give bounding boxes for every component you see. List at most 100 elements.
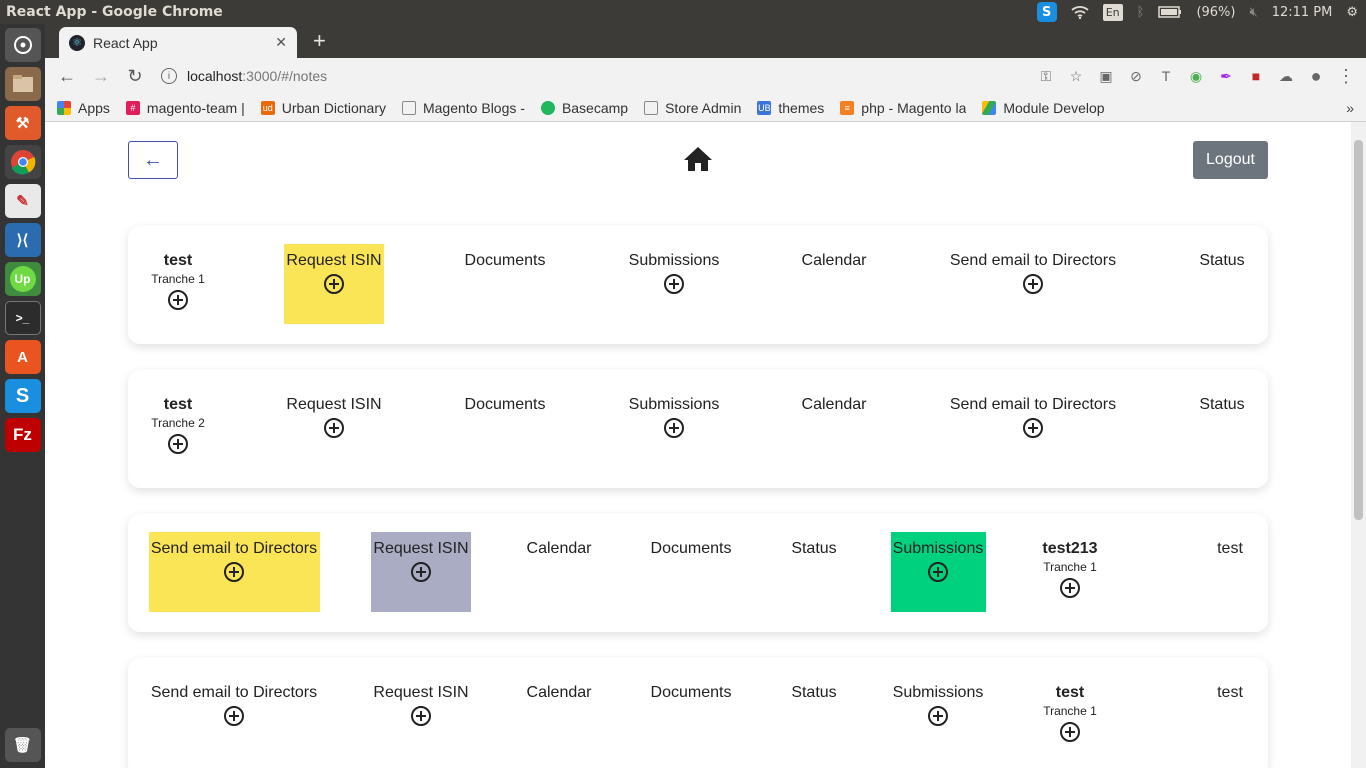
home-icon[interactable] bbox=[682, 143, 714, 175]
request-isin-label: Request ISIN bbox=[286, 252, 382, 269]
add-circle-icon[interactable] bbox=[168, 434, 188, 454]
software-center-icon[interactable]: A bbox=[4, 340, 41, 374]
test-cell[interactable]: test bbox=[1200, 676, 1260, 756]
site-info-icon[interactable]: i bbox=[161, 68, 177, 84]
os-top-bar: React App - Google Chrome S En ᛒ (96%) 🔇… bbox=[0, 0, 1366, 24]
wifi-icon[interactable] bbox=[1071, 3, 1089, 21]
bookmark-php-magento[interactable]: ≡ php - Magento la bbox=[840, 100, 966, 116]
submissions-label: Submissions bbox=[892, 684, 984, 701]
submissions-cell: Submissions bbox=[619, 244, 729, 324]
bookmark-themes[interactable]: UB themes bbox=[757, 100, 824, 116]
add-circle-icon[interactable] bbox=[928, 706, 948, 726]
add-circle-icon[interactable] bbox=[928, 562, 948, 582]
keyboard-language-indicator[interactable]: En bbox=[1102, 3, 1123, 21]
google-drive-icon bbox=[982, 100, 997, 115]
back-nav-button[interactable]: ← bbox=[53, 62, 81, 90]
text-extension-icon[interactable]: T bbox=[1154, 64, 1178, 88]
documents-label: Documents bbox=[650, 540, 732, 557]
status-cell[interactable]: Status bbox=[1187, 244, 1257, 324]
tab-react-app[interactable]: ⚛ React App ✕ bbox=[59, 27, 297, 58]
documents-cell[interactable]: Documents bbox=[641, 532, 741, 612]
add-circle-icon[interactable] bbox=[1060, 578, 1080, 598]
add-circle-icon[interactable] bbox=[224, 706, 244, 726]
bookmark-urban-dictionary[interactable]: ud Urban Dictionary bbox=[260, 100, 386, 116]
calendar-label: Calendar bbox=[801, 252, 867, 269]
tool-icon[interactable]: ⚒ bbox=[4, 106, 41, 140]
send-email-to-directors-label: Send email to Directors bbox=[150, 540, 318, 557]
key-icon[interactable]: ⚿ bbox=[1034, 64, 1058, 88]
color-extension-icon[interactable]: ◉ bbox=[1184, 64, 1208, 88]
bookmarks-overflow-button[interactable]: » bbox=[1346, 100, 1354, 116]
bookmark-magento-team[interactable]: # magento-team | bbox=[125, 100, 245, 116]
submissions-label: Submissions bbox=[892, 540, 984, 557]
calendar-cell[interactable]: Calendar bbox=[789, 388, 879, 468]
add-circle-icon[interactable] bbox=[324, 418, 344, 438]
cloud-extension-icon[interactable]: ☁ bbox=[1274, 64, 1298, 88]
bookmark-magento-blogs[interactable]: Magento Blogs - bbox=[401, 100, 525, 116]
camera-extension-icon[interactable]: ▣ bbox=[1094, 64, 1118, 88]
bluetooth-icon[interactable]: ᛒ bbox=[1137, 3, 1145, 21]
skype-icon[interactable]: S bbox=[4, 379, 41, 413]
add-circle-icon[interactable] bbox=[1060, 722, 1080, 742]
close-tab-icon[interactable]: ✕ bbox=[275, 34, 287, 51]
address-bar[interactable]: i localhost:3000/#/notes bbox=[155, 61, 1028, 91]
logout-button[interactable]: Logout bbox=[1193, 141, 1268, 179]
page-content: ← Logout test Tranche 1 Request ISIN Docume… bbox=[45, 122, 1366, 768]
feather-extension-icon[interactable]: ✒ bbox=[1214, 64, 1238, 88]
status-cell[interactable]: Status bbox=[779, 532, 849, 612]
chrome-icon[interactable] bbox=[4, 145, 41, 179]
apps-grid-icon bbox=[57, 100, 71, 115]
add-circle-icon[interactable] bbox=[411, 706, 431, 726]
add-circle-icon[interactable] bbox=[224, 562, 244, 582]
scrollbar-thumb[interactable] bbox=[1354, 140, 1363, 520]
bookmark-store-admin[interactable]: Store Admin bbox=[644, 100, 741, 116]
block-extension-icon[interactable]: ⊘ bbox=[1124, 64, 1148, 88]
documents-cell[interactable]: Documents bbox=[455, 244, 555, 324]
add-circle-icon[interactable] bbox=[324, 274, 344, 294]
menu-kebab-icon[interactable]: ⋮ bbox=[1334, 64, 1358, 88]
text-editor-icon[interactable]: ✎ bbox=[4, 184, 41, 218]
add-circle-icon[interactable] bbox=[664, 418, 684, 438]
add-circle-icon[interactable] bbox=[168, 290, 188, 310]
note-card: test Tranche 1 Request ISIN Documents Submis… bbox=[128, 226, 1268, 344]
status-cell[interactable]: Status bbox=[1187, 388, 1257, 468]
url-host: localhost bbox=[187, 68, 243, 84]
new-tab-button[interactable]: + bbox=[313, 28, 326, 54]
send-email-to-directors-cell: Send email to Directors bbox=[943, 244, 1123, 324]
upwork-icon[interactable]: Up bbox=[4, 262, 41, 296]
filezilla-icon[interactable]: Fz bbox=[4, 418, 41, 452]
status-cell[interactable]: Status bbox=[779, 676, 849, 756]
calendar-cell[interactable]: Calendar bbox=[789, 244, 879, 324]
bookmark-apps[interactable]: Apps bbox=[57, 100, 110, 116]
vscode-icon[interactable]: ⟩⟨ bbox=[4, 223, 41, 257]
red-extension-icon[interactable]: ■ bbox=[1244, 64, 1268, 88]
add-circle-icon[interactable] bbox=[664, 274, 684, 294]
documents-cell[interactable]: Documents bbox=[455, 388, 555, 468]
trash-icon[interactable]: 🗑︎ bbox=[4, 728, 41, 762]
dash-icon[interactable] bbox=[4, 28, 41, 62]
battery-icon[interactable] bbox=[1158, 3, 1182, 21]
skype-tray-icon[interactable]: S bbox=[1036, 2, 1057, 22]
add-circle-icon[interactable] bbox=[411, 562, 431, 582]
star-icon[interactable]: ☆ bbox=[1064, 64, 1088, 88]
bookmark-module-develop[interactable]: Module Develop bbox=[982, 100, 1105, 116]
add-circle-icon[interactable] bbox=[1023, 274, 1043, 294]
reload-button[interactable]: ↻ bbox=[121, 62, 149, 90]
profile-icon[interactable]: ● bbox=[1304, 64, 1328, 88]
bookmark-basecamp[interactable]: Basecamp bbox=[540, 100, 628, 116]
test-cell[interactable]: test bbox=[1200, 532, 1260, 612]
clock[interactable]: 12:11 PM bbox=[1272, 5, 1333, 20]
page-scrollbar[interactable] bbox=[1351, 122, 1366, 768]
back-button[interactable]: ← bbox=[128, 141, 178, 179]
calendar-cell[interactable]: Calendar bbox=[514, 532, 604, 612]
add-circle-icon[interactable] bbox=[1023, 418, 1043, 438]
forward-nav-button[interactable]: → bbox=[87, 62, 115, 90]
gear-icon[interactable]: ⚙ bbox=[1346, 3, 1358, 21]
request-isin-label: Request ISIN bbox=[373, 684, 469, 701]
calendar-cell[interactable]: Calendar bbox=[514, 676, 604, 756]
terminal-icon[interactable]: >_ bbox=[4, 301, 41, 335]
files-icon[interactable] bbox=[4, 67, 41, 101]
submissions-cell: Submissions bbox=[619, 388, 729, 468]
volume-muted-icon[interactable]: 🔇︎ bbox=[1249, 3, 1257, 21]
documents-cell[interactable]: Documents bbox=[641, 676, 741, 756]
